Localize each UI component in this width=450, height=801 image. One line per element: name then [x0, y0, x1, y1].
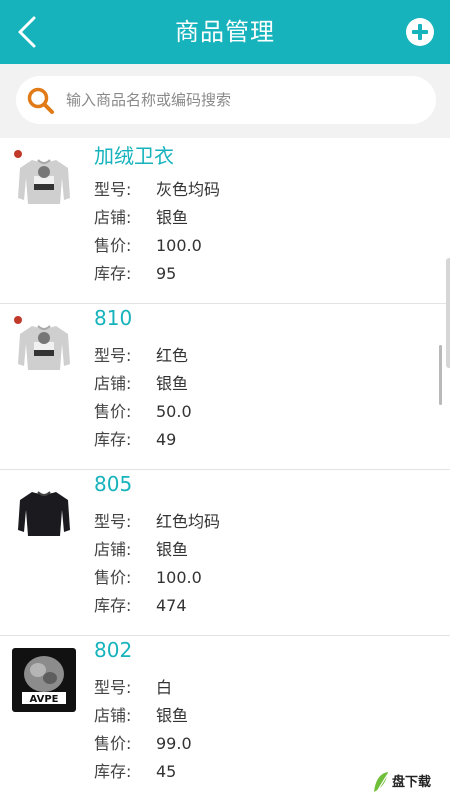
leaf-logo-icon [374, 772, 389, 792]
shop-label: 店铺: [94, 208, 132, 227]
product-name[interactable]: 802 [94, 638, 132, 662]
shop-value: 银鱼 [156, 540, 189, 559]
shop-label: 店铺: [94, 540, 132, 559]
product-price-row: 售价: 99.0 [94, 732, 192, 756]
shop-value: 银鱼 [156, 706, 189, 725]
shop-value: 银鱼 [156, 208, 189, 227]
product-shop-row: 店铺: 银鱼 [94, 206, 188, 230]
product-shop-row: 店铺: 银鱼 [94, 538, 188, 562]
product-stock-row: 库存: 95 [94, 262, 176, 286]
shop-value: 银鱼 [156, 374, 189, 393]
product-price-row: 售价: 100.0 [94, 234, 202, 258]
price-value: 100.0 [156, 236, 202, 255]
product-stock-row: 库存: 45 [94, 760, 176, 784]
product-shop-row: 店铺: 银鱼 [94, 372, 188, 396]
price-value: 99.0 [156, 734, 192, 753]
search-icon [27, 87, 54, 114]
product-stock-row: 库存: 474 [94, 594, 187, 618]
stock-value: 45 [156, 762, 177, 781]
search-placeholder: 输入商品名称或编码搜索 [66, 91, 232, 109]
ape-logo-image: AVPE [12, 648, 76, 712]
product-item[interactable]: 810 型号: 红色 店铺: 银鱼 售价: 50.0 库存: 49 [0, 304, 450, 470]
price-label: 售价: [94, 402, 132, 421]
stock-value: 49 [156, 430, 177, 449]
model-label: 型号: [94, 346, 132, 365]
price-label: 售价: [94, 734, 132, 753]
product-model-row: 型号: 白 [94, 676, 172, 700]
gray-sweatshirt-image [12, 148, 76, 212]
product-item[interactable]: 805 型号: 红色均码 店铺: 银鱼 售价: 100.0 库存: 474 [0, 470, 450, 636]
watermark-text: 盘下载 [392, 774, 431, 790]
edge-panel-handle[interactable] [446, 258, 450, 368]
product-price-row: 售价: 50.0 [94, 400, 192, 424]
black-sweatshirt-image [12, 480, 76, 544]
model-label: 型号: [94, 180, 132, 199]
svg-text:AVPE: AVPE [30, 694, 59, 705]
product-item[interactable]: 加绒卫衣 型号: 灰色均码 店铺: 银鱼 售价: 100.0 库存: 95 [0, 138, 450, 304]
product-shop-row: 店铺: 银鱼 [94, 704, 188, 728]
watermark-logo: 盘下载 [374, 772, 431, 792]
model-value: 红色 [156, 346, 189, 365]
model-label: 型号: [94, 512, 132, 531]
price-label: 售价: [94, 236, 132, 255]
model-value: 红色均码 [156, 512, 221, 531]
product-model-row: 型号: 灰色均码 [94, 178, 220, 202]
plus-circle-icon[interactable] [404, 16, 436, 48]
page-title: 商品管理 [175, 18, 275, 46]
price-label: 售价: [94, 568, 132, 587]
price-value: 50.0 [156, 402, 192, 421]
product-name[interactable]: 加绒卫衣 [94, 140, 174, 169]
search-bar-container: 输入商品名称或编码搜索 [0, 64, 450, 138]
model-value: 灰色均码 [156, 180, 221, 199]
product-list: 加绒卫衣 型号: 灰色均码 店铺: 银鱼 售价: 100.0 库存: 95 810 型号… [0, 138, 450, 801]
stock-label: 库存: [94, 762, 132, 781]
stock-value: 95 [156, 264, 177, 283]
stock-label: 库存: [94, 596, 132, 615]
app-header: 商品管理 [0, 0, 450, 64]
gray-sweatshirt-image [12, 314, 76, 378]
product-name[interactable]: 810 [94, 306, 132, 330]
model-label: 型号: [94, 678, 132, 697]
search-input[interactable]: 输入商品名称或编码搜索 [16, 76, 436, 124]
price-value: 100.0 [156, 568, 202, 587]
stock-label: 库存: [94, 264, 132, 283]
shop-label: 店铺: [94, 706, 132, 725]
product-name[interactable]: 805 [94, 472, 132, 496]
product-stock-row: 库存: 49 [94, 428, 176, 452]
product-model-row: 型号: 红色 [94, 344, 188, 368]
scrollbar[interactable] [439, 345, 442, 405]
model-value: 白 [156, 678, 173, 697]
product-model-row: 型号: 红色均码 [94, 510, 220, 534]
stock-label: 库存: [94, 430, 132, 449]
stock-value: 474 [156, 596, 187, 615]
product-price-row: 售价: 100.0 [94, 566, 202, 590]
shop-label: 店铺: [94, 374, 132, 393]
